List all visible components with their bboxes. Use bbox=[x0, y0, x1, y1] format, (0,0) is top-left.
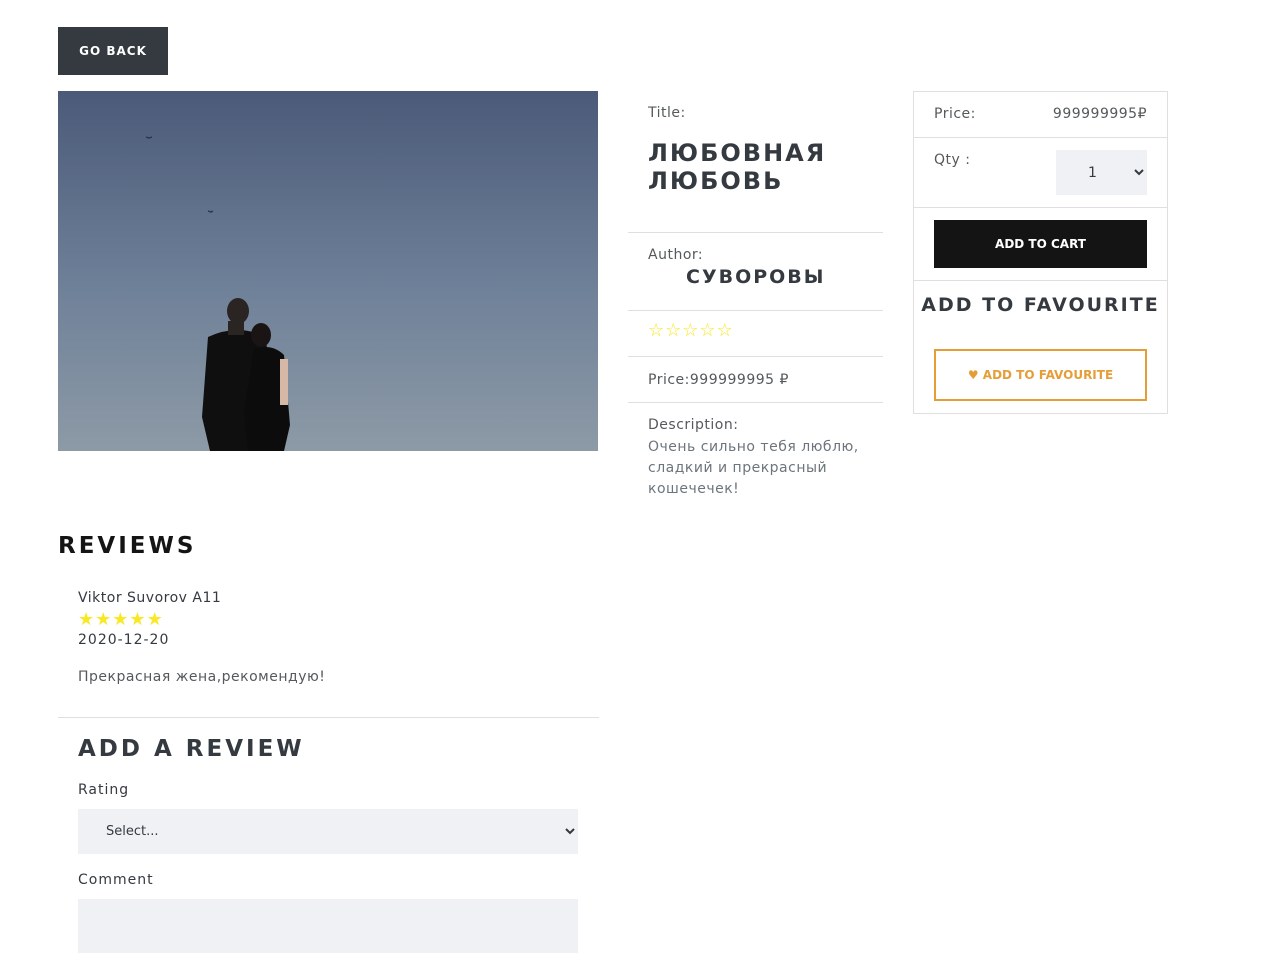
product-title: Любовная любовь bbox=[648, 139, 827, 195]
favourite-heading: Add to favourite bbox=[921, 294, 1160, 316]
rating-row: ☆☆☆☆☆ bbox=[628, 311, 883, 357]
qty-row: Qty : 1 bbox=[914, 138, 1167, 208]
rating-label: Rating bbox=[78, 782, 130, 798]
qty-label: Qty : bbox=[934, 152, 971, 168]
star-empty-icon: ☆ bbox=[699, 320, 716, 341]
title-label: Title: bbox=[648, 105, 686, 121]
favourite-button-label: Add to favourite bbox=[982, 368, 1114, 382]
star-filled-icon: ★ bbox=[146, 609, 163, 630]
rating-select[interactable]: Select... bbox=[78, 809, 578, 854]
card-price-value: 999999995₽ bbox=[1052, 106, 1147, 122]
review-rating: ★★★★★ bbox=[78, 610, 164, 630]
author-label: Author: bbox=[648, 247, 704, 263]
author-row: Author: Суворовы bbox=[628, 233, 883, 311]
add-review-heading: Add a review bbox=[78, 736, 305, 762]
product-details: Title: Любовная любовь Author: Суворовы … bbox=[628, 91, 883, 513]
review-author: Viktor Suvorov A11 bbox=[78, 590, 222, 606]
reviews-heading: Reviews bbox=[58, 533, 197, 559]
product-author: Суворовы bbox=[686, 266, 826, 288]
review-comment: Прекрасная жена,рекомендую! bbox=[78, 669, 326, 685]
description-label: Description: bbox=[648, 417, 739, 433]
card-price-label: Price: bbox=[934, 106, 976, 122]
product-rating: ☆☆☆☆☆ bbox=[648, 321, 734, 341]
add-to-favourite-button[interactable]: ♥ Add to favourite bbox=[934, 349, 1147, 401]
product-image bbox=[58, 91, 598, 451]
comment-label: Comment bbox=[78, 872, 154, 888]
star-empty-icon: ☆ bbox=[716, 320, 733, 341]
star-filled-icon: ★ bbox=[129, 609, 146, 630]
star-empty-icon: ☆ bbox=[665, 320, 682, 341]
review-item: Viktor Suvorov A11 ★★★★★ 2020-12-20 Прек… bbox=[58, 585, 599, 718]
description-text: Очень сильно тебя люблю, сладкий и прекр… bbox=[648, 439, 859, 497]
title-row: Title: Любовная любовь bbox=[628, 91, 883, 233]
cart-row: Add To Cart bbox=[914, 208, 1167, 281]
purchase-card: Price: 999999995₽ Qty : 1 Add To Cart Ad… bbox=[913, 91, 1168, 414]
star-filled-icon: ★ bbox=[95, 609, 112, 630]
star-filled-icon: ★ bbox=[112, 609, 129, 630]
add-to-cart-button[interactable]: Add To Cart bbox=[934, 220, 1147, 268]
qty-select[interactable]: 1 bbox=[1056, 150, 1147, 195]
star-empty-icon: ☆ bbox=[648, 320, 665, 341]
favourite-row: Add to favourite ♥ Add to favourite bbox=[914, 281, 1167, 413]
star-empty-icon: ☆ bbox=[682, 320, 699, 341]
review-date: 2020-12-20 bbox=[78, 632, 170, 648]
go-back-button[interactable]: Go Back bbox=[58, 27, 168, 75]
price-value: 999999995 ₽ bbox=[689, 372, 789, 388]
comment-input[interactable] bbox=[78, 899, 578, 953]
description-row: Description: Очень сильно тебя люблю, сл… bbox=[628, 403, 883, 513]
card-price-row: Price: 999999995₽ bbox=[914, 92, 1167, 138]
heart-icon: ♥ bbox=[967, 368, 979, 382]
price-label: Price: bbox=[648, 372, 690, 388]
star-filled-icon: ★ bbox=[78, 609, 95, 630]
price-row: Price:999999995 ₽ bbox=[628, 357, 883, 403]
